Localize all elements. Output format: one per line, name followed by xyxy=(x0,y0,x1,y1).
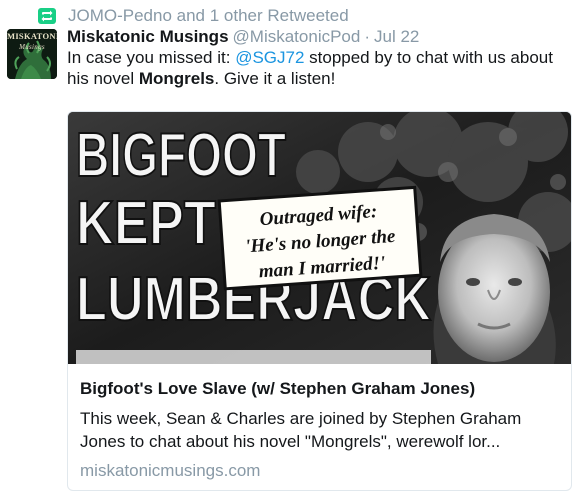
headline-line-1: BIGFOOT xyxy=(76,121,286,190)
card-image[interactable]: BIGFOOT KEPT LUMBERJACK Outraged wife: '… xyxy=(68,112,571,364)
separator-dot: · xyxy=(364,27,371,46)
tweet-text-part: . Give it a listen! xyxy=(214,69,336,88)
bold-word: Mongrels xyxy=(138,69,215,88)
card-domain[interactable]: miskatonicmusings.com xyxy=(80,461,559,481)
card-description: This week, Sean & Charles are joined by … xyxy=(80,409,522,451)
link-card[interactable]: BIGFOOT KEPT LUMBERJACK Outraged wife: '… xyxy=(67,111,572,491)
card-title[interactable]: Bigfoot's Love Slave (w/ Stephen Graham … xyxy=(80,378,559,402)
avatar[interactable]: MISKATONICMusings xyxy=(7,29,57,79)
tweet-text: In case you missed it: @SGJ72 stopped by… xyxy=(67,47,572,89)
tweet-date[interactable]: Jul 22 xyxy=(374,27,419,47)
user-name[interactable]: Miskatonic Musings xyxy=(67,27,229,47)
retweet-icon xyxy=(38,8,56,24)
avatar-title: MISKATONICMusings xyxy=(7,31,57,51)
retweet-text[interactable]: JOMO-Pedno and 1 other Retweeted xyxy=(68,6,349,26)
headline-line-2: KEPT xyxy=(76,189,216,258)
card-body[interactable]: Bigfoot's Love Slave (w/ Stephen Graham … xyxy=(68,364,571,490)
mention-link[interactable]: @SGJ72 xyxy=(235,48,304,67)
retweet-context[interactable]: JOMO-Pedno and 1 other Retweeted xyxy=(38,6,349,26)
tweet-text-part: In case you missed it: xyxy=(67,48,236,67)
tweet-header: Miskatonic Musings @MiskatonicPod · Jul … xyxy=(67,27,419,49)
user-handle[interactable]: @MiskatonicPod xyxy=(233,27,361,47)
